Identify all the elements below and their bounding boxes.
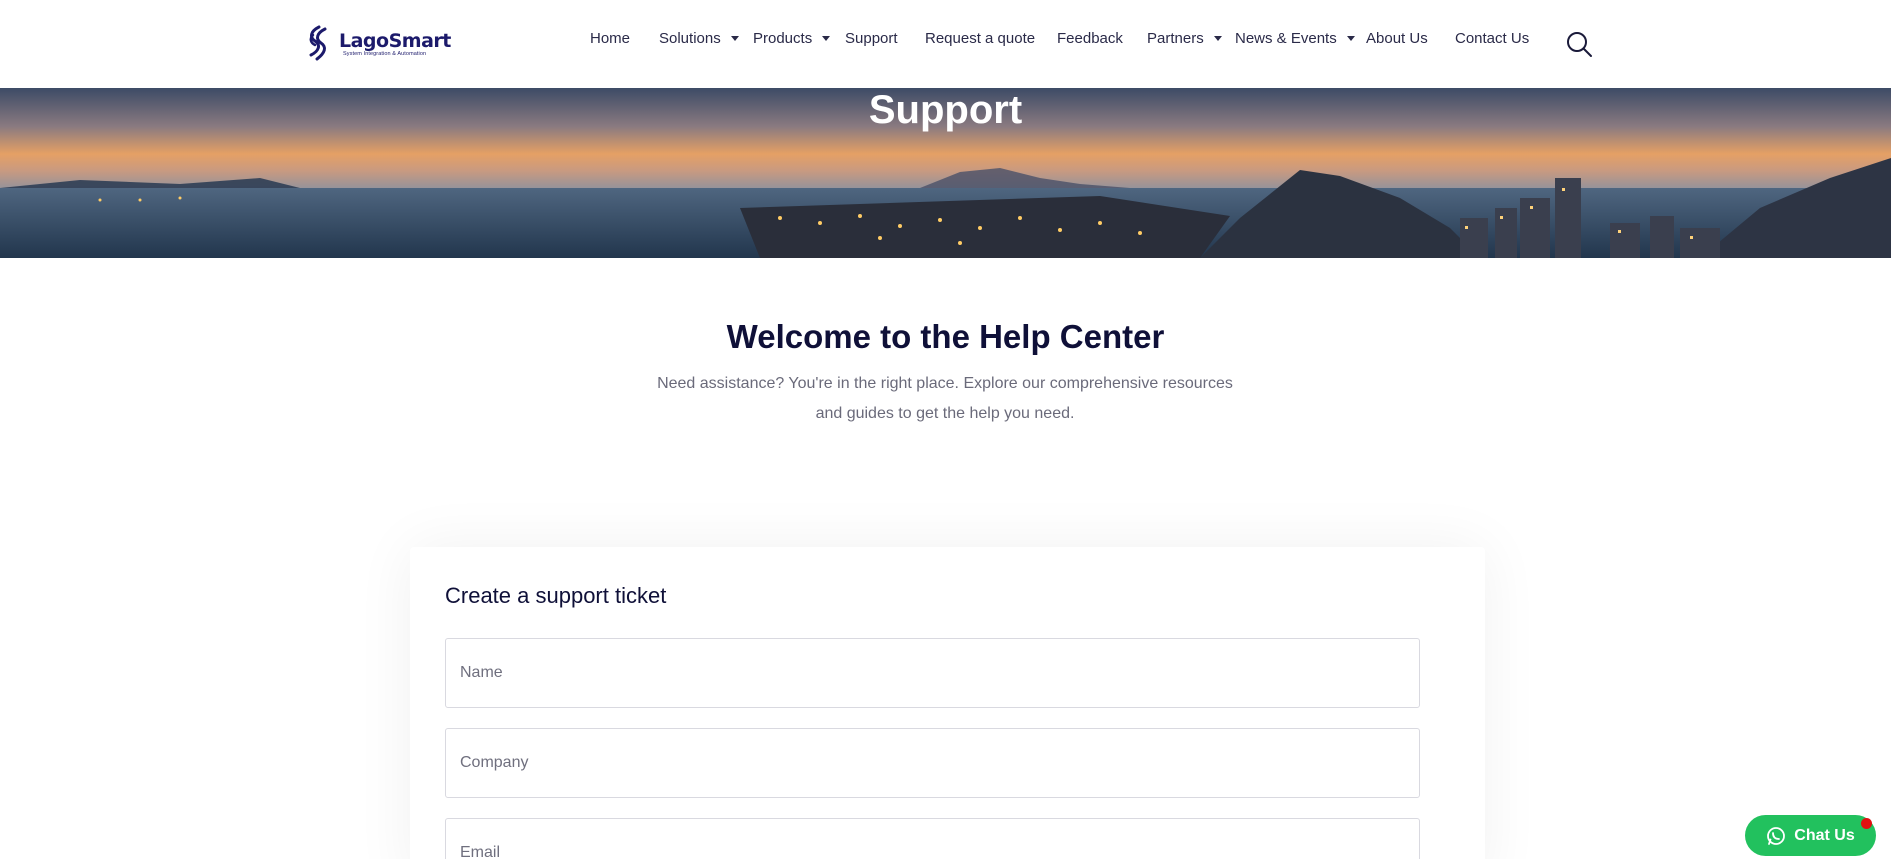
nav-home[interactable]: Home <box>590 30 630 47</box>
company-field[interactable] <box>445 728 1420 798</box>
nav-request-quote[interactable]: Request a quote <box>925 30 1035 47</box>
site-header: LagoSmart System Integration & Automatio… <box>0 0 1891 88</box>
page-banner: Support <box>0 88 1891 258</box>
nav-news-events[interactable]: News & Events <box>1235 30 1355 47</box>
caret-down-icon <box>822 36 831 41</box>
nav-contact[interactable]: Contact Us <box>1455 30 1529 47</box>
logo[interactable]: LagoSmart System Integration & Automatio… <box>305 24 451 64</box>
logo-tagline: System Integration & Automation <box>343 51 427 57</box>
page-title: Welcome to the Help Center <box>726 318 1165 355</box>
chat-us-button[interactable]: Chat Us <box>1745 815 1876 856</box>
nav-label: News & Events <box>1235 30 1337 47</box>
chat-label: Chat Us <box>1794 826 1855 844</box>
notification-dot <box>1861 818 1872 829</box>
nav-about[interactable]: About Us <box>1366 30 1428 47</box>
nav-label: Home <box>590 30 631 47</box>
nav-partners[interactable]: Partners <box>1147 30 1222 47</box>
nav-label: Partners <box>1147 30 1204 47</box>
nav-label: Support <box>845 30 898 47</box>
support-ticket-card: Create a support ticket <box>410 547 1485 859</box>
logo-mark-icon <box>309 25 327 61</box>
nav-feedback[interactable]: Feedback <box>1057 30 1123 47</box>
caret-down-icon <box>730 36 739 41</box>
nav-solutions[interactable]: Solutions <box>659 30 739 47</box>
whatsapp-icon <box>1767 826 1786 845</box>
nav-label: About Us <box>1366 30 1428 47</box>
search-icon[interactable] <box>1565 30 1593 58</box>
caret-down-icon <box>1213 36 1222 41</box>
intro-text: Need assistance? You're in the right pla… <box>657 375 1233 422</box>
nav-label: Contact Us <box>1455 30 1530 47</box>
email-field[interactable] <box>445 818 1420 859</box>
banner-title: Support <box>868 88 1023 132</box>
caret-down-icon <box>1346 36 1355 41</box>
logo-name: LagoSmart <box>339 30 451 52</box>
nav-support[interactable]: Support <box>845 30 898 47</box>
nav-products[interactable]: Products <box>753 30 831 47</box>
nav-label: Solutions <box>659 30 721 47</box>
nav-label: Feedback <box>1057 30 1123 47</box>
form-title: Create a support ticket <box>445 583 667 608</box>
nav-label: Products <box>753 30 813 47</box>
nav-label: Request a quote <box>925 30 1036 47</box>
name-field[interactable] <box>445 638 1420 708</box>
